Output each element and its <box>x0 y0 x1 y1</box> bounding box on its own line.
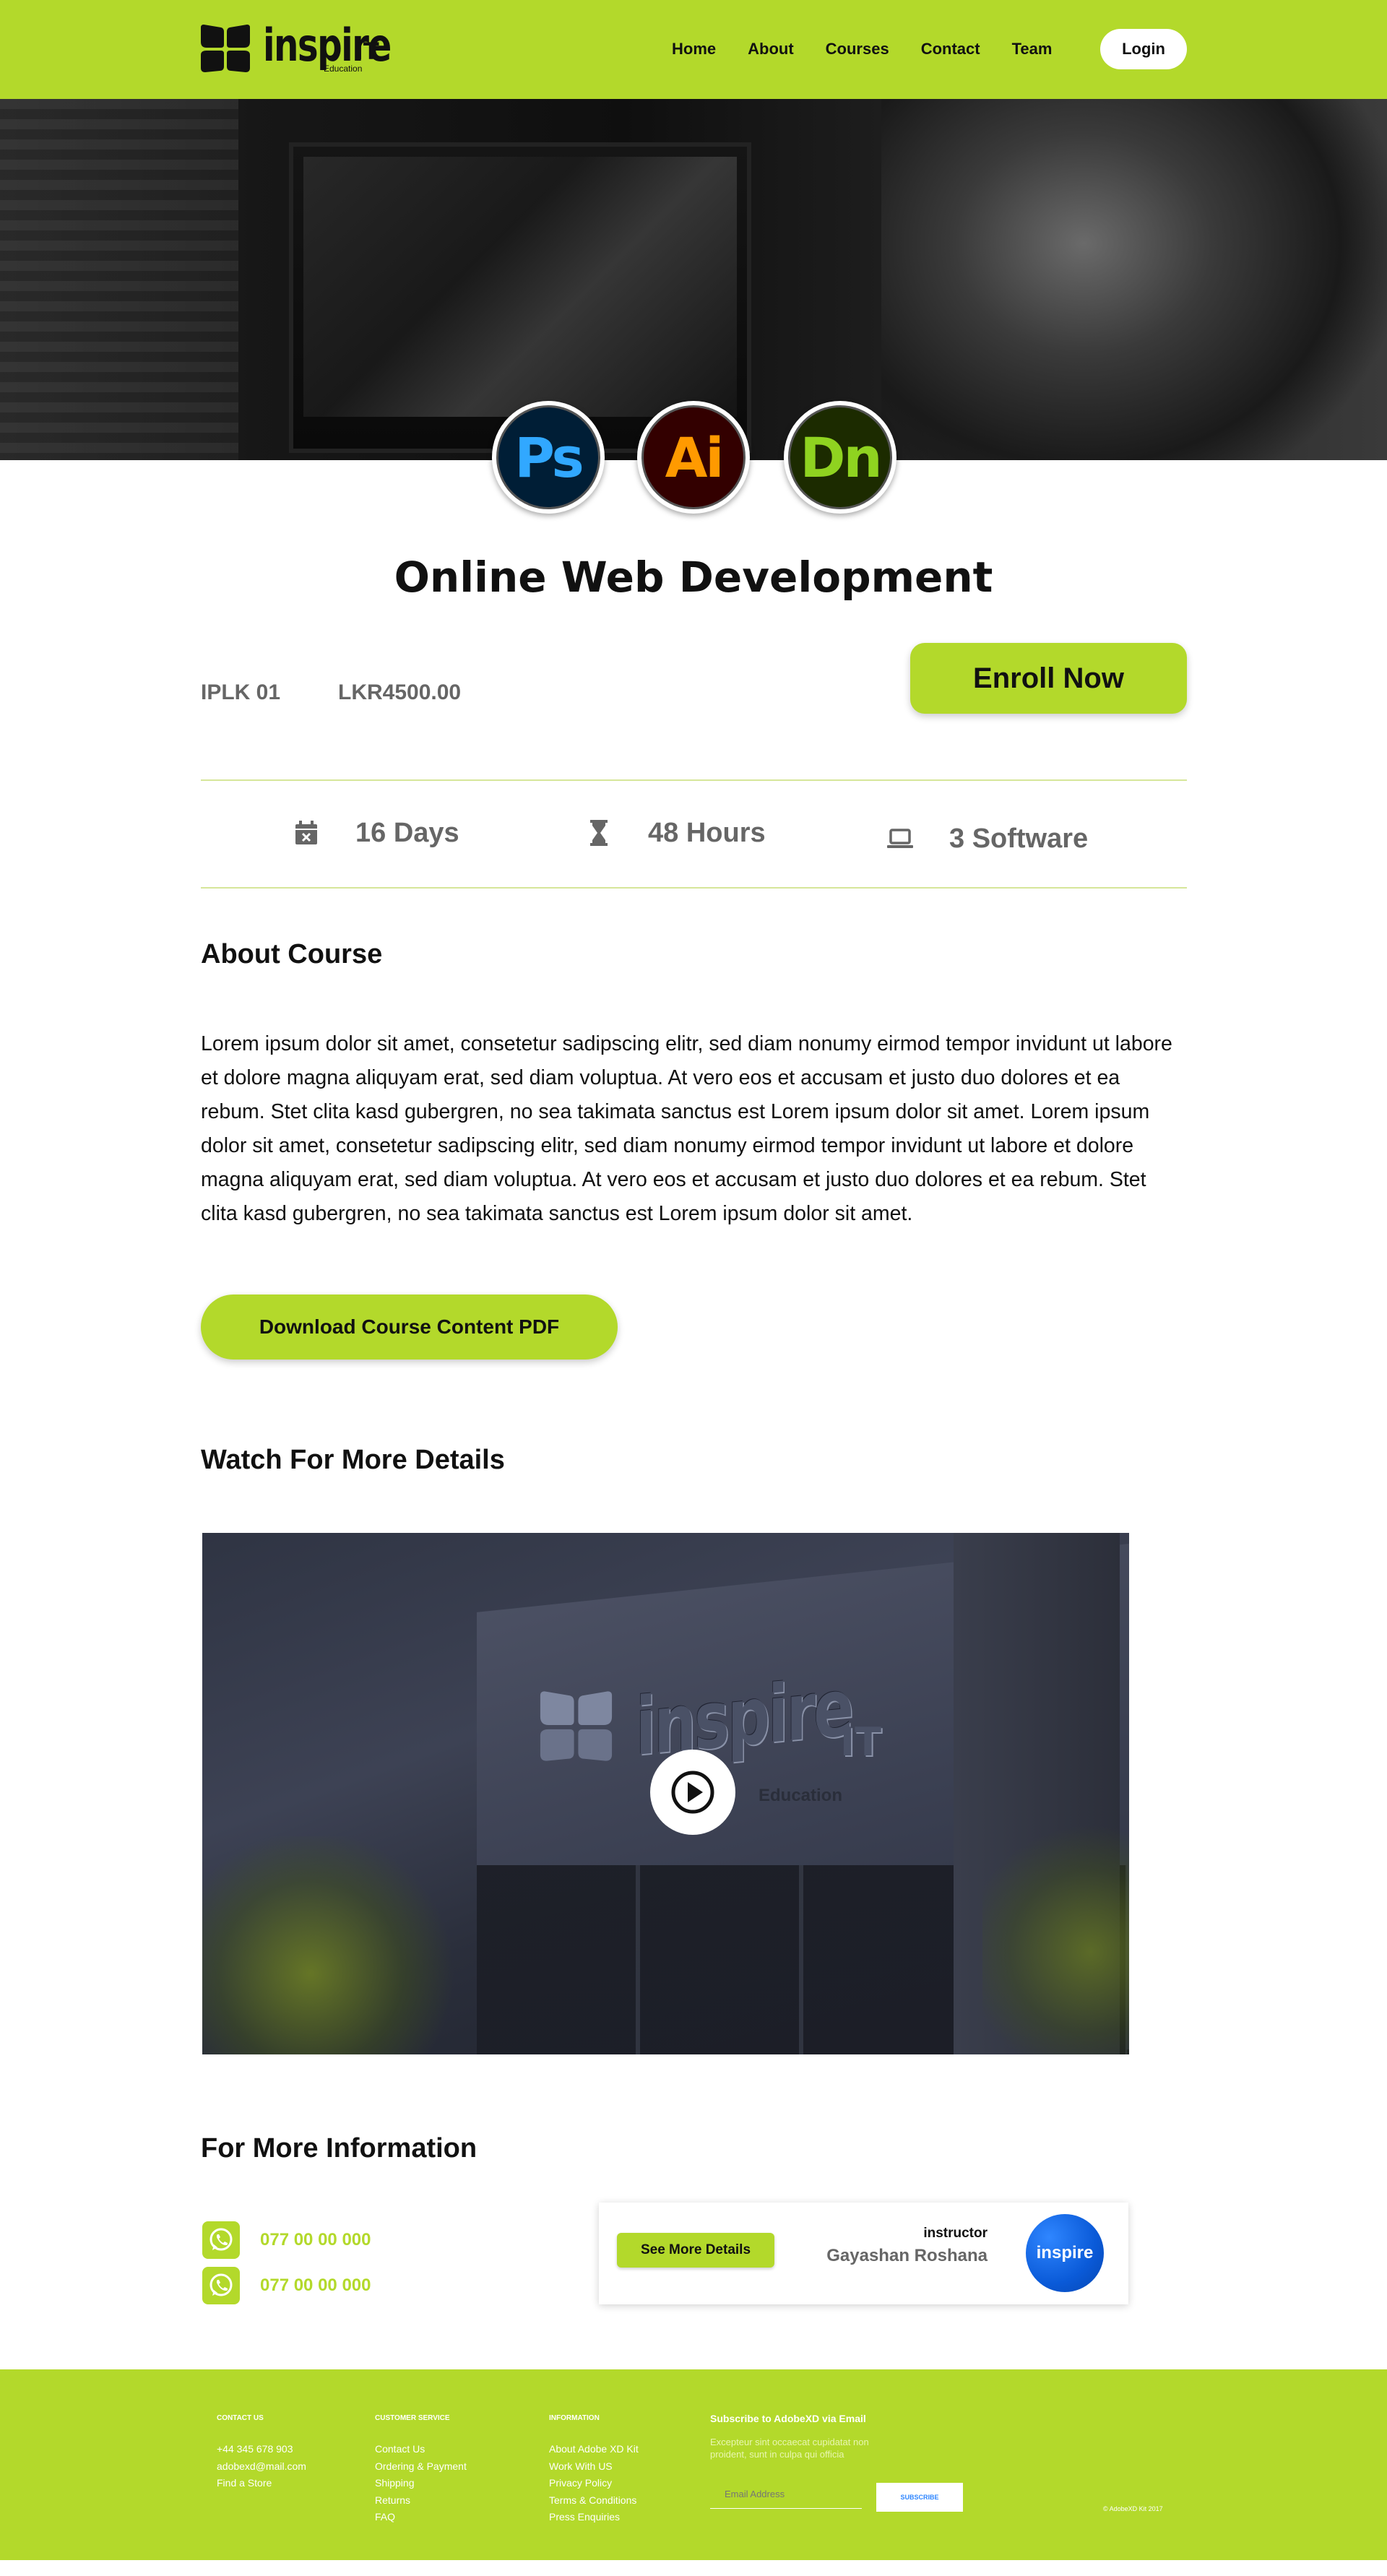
instructor-avatar: inspire <box>1026 2214 1104 2292</box>
hero-blinds <box>0 99 238 460</box>
footer-info-col: INFORMATION About Adobe XD Kit Work With… <box>549 2414 639 2526</box>
phone-contact-1[interactable]: 077 00 00 000 <box>202 2221 371 2259</box>
footer-email[interactable]: adobexd@mail.com <box>217 2458 306 2476</box>
footer-link-faq[interactable]: FAQ <box>375 2509 467 2526</box>
calendar-icon <box>295 821 317 844</box>
butterfly-logo-icon <box>201 25 250 72</box>
copyright-text: © AdobeXD Kit 2017 <box>1103 2505 1163 2512</box>
main-menu: Home About Courses Contact Team <box>672 35 1084 64</box>
site-footer: CONTACT US +44 345 678 903 adobexd@mail.… <box>0 2369 1387 2560</box>
logo-subtitle: Education <box>324 64 363 74</box>
nav-team[interactable]: Team <box>1012 40 1053 59</box>
phone-number-2: 077 00 00 000 <box>260 2275 371 2295</box>
divider-bottom <box>201 887 1187 889</box>
sign-subtitle: Education <box>759 1786 843 1805</box>
stat-hours: 48 Hours <box>584 813 766 853</box>
butterfly-sign-icon <box>540 1691 613 1761</box>
footer-link-contact-us[interactable]: Contact Us <box>375 2441 467 2458</box>
photoshop-icon: Ps <box>492 401 605 514</box>
footer-service-heading: CUSTOMER SERVICE <box>375 2414 450 2422</box>
play-button[interactable] <box>650 1750 735 1835</box>
about-heading: About Course <box>201 939 383 969</box>
stat-software-value: 3 Software <box>949 823 1089 854</box>
stat-days: 16 Days <box>292 813 459 853</box>
avatar-text: inspire <box>1036 2243 1094 2262</box>
footer-contact-heading: CONTACT US <box>217 2414 264 2422</box>
about-text: Lorem ipsum dolor sit amet, consetetur s… <box>201 1032 1172 1225</box>
divider-top <box>201 779 1187 781</box>
footer-link-press[interactable]: Press Enquiries <box>549 2509 639 2526</box>
stat-software: 3 Software <box>886 818 1088 859</box>
footer-link-work-with-us[interactable]: Work With US <box>549 2458 639 2476</box>
subscribe-description: Excepteur sint occaecat cupidatat non pr… <box>710 2437 869 2460</box>
video-player[interactable]: inspire IT Education <box>202 1533 1129 2054</box>
foliage-left <box>202 1836 462 2054</box>
play-icon <box>671 1771 714 1814</box>
stat-days-value: 16 Days <box>355 817 459 848</box>
download-pdf-button[interactable]: Download Course Content PDF <box>201 1295 618 1360</box>
subscribe-button[interactable]: SUBSCRIBE <box>876 2483 963 2512</box>
nav-about[interactable]: About <box>748 40 794 59</box>
stat-hours-value: 48 Hours <box>648 817 766 848</box>
info-heading: For More Information <box>201 2133 478 2164</box>
footer-contact-col: CONTACT US +44 345 678 903 adobexd@mail.… <box>217 2414 306 2492</box>
footer-find-store[interactable]: Find a Store <box>217 2475 306 2492</box>
footer-link-privacy[interactable]: Privacy Policy <box>549 2475 639 2492</box>
footer-link-terms[interactable]: Terms & Conditions <box>549 2492 639 2510</box>
illustrator-label: Ai <box>641 405 746 509</box>
course-price: LKR4500.00 <box>338 680 462 704</box>
site-logo[interactable]: inspire IT Education <box>199 19 402 75</box>
footer-link-shipping[interactable]: Shipping <box>375 2475 467 2492</box>
dimension-label: Dn <box>788 405 892 509</box>
foliage-right <box>982 1807 1129 2054</box>
enroll-now-button[interactable]: Enroll Now <box>910 643 1187 714</box>
whatsapp-icon <box>202 2267 240 2304</box>
login-button[interactable]: Login <box>1100 29 1187 69</box>
footer-link-returns[interactable]: Returns <box>375 2492 467 2510</box>
see-more-details-button[interactable]: See More Details <box>617 2233 774 2268</box>
phone-number-1: 077 00 00 000 <box>260 2230 371 2249</box>
nav-home[interactable]: Home <box>672 40 716 59</box>
hero-screen <box>303 157 737 417</box>
course-code: IPLK 01 <box>201 680 281 704</box>
footer-service-col: CUSTOMER SERVICE Contact Us Ordering & P… <box>375 2414 467 2526</box>
footer-link-about-kit[interactable]: About Adobe XD Kit <box>549 2441 639 2458</box>
sign-it: IT <box>840 1719 881 1765</box>
footer-phone[interactable]: +44 345 678 903 <box>217 2441 306 2458</box>
video-heading: Watch For More Details <box>201 1445 505 1475</box>
nav-contact[interactable]: Contact <box>921 40 980 59</box>
nav-courses[interactable]: Courses <box>826 40 889 59</box>
phone-contact-2[interactable]: 077 00 00 000 <box>202 2267 371 2304</box>
dimension-icon: Dn <box>784 401 896 514</box>
hourglass-icon <box>590 820 608 846</box>
footer-info-heading: INFORMATION <box>549 2414 600 2422</box>
instructor-role: instructor <box>923 2226 988 2241</box>
whatsapp-icon <box>202 2221 240 2259</box>
logo-it: IT <box>355 38 379 65</box>
hero-person <box>881 99 1387 460</box>
illustrator-icon: Ai <box>637 401 750 514</box>
photoshop-label: Ps <box>496 405 600 509</box>
email-field[interactable] <box>710 2480 862 2509</box>
laptop-icon <box>887 829 913 848</box>
instructor-card: See More Details instructor Gayashan Ros… <box>599 2203 1128 2304</box>
top-navbar: inspire IT Education Home About Courses … <box>0 0 1387 99</box>
subscribe-title: Subscribe to AdobeXD via Email <box>710 2413 866 2424</box>
instructor-name: Gayashan Roshana <box>826 2246 988 2265</box>
course-title: Online Web Development <box>394 553 993 602</box>
footer-link-ordering[interactable]: Ordering & Payment <box>375 2458 467 2476</box>
